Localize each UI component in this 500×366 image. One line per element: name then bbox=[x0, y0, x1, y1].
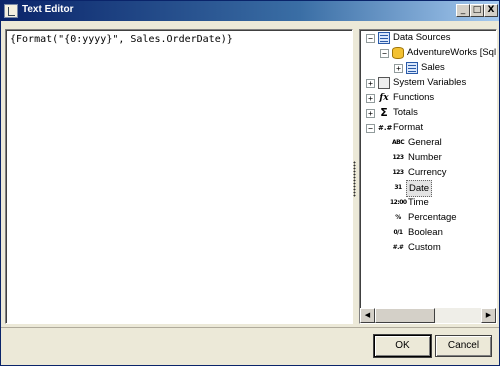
currency-format-icon: 123 bbox=[392, 169, 404, 176]
tree-item-adventureworks[interactable]: AdventureWorks [Sql C bbox=[407, 45, 496, 60]
expand-adventureworks-button[interactable]: − bbox=[380, 49, 389, 58]
expand-functions-button[interactable]: + bbox=[366, 94, 375, 103]
text-editor-dialog: Text Editor _ □ X {Format("{0:yyyy}", Sa… bbox=[0, 0, 500, 366]
tree-horizontal-scrollbar[interactable]: ◀ ▶ bbox=[360, 308, 496, 323]
cancel-button[interactable]: Cancel bbox=[435, 335, 492, 357]
tree-item-boolean[interactable]: Boolean bbox=[408, 225, 443, 240]
splitter-grip[interactable] bbox=[353, 161, 356, 197]
expand-sales-button[interactable]: + bbox=[394, 64, 403, 73]
expand-system-variables-button[interactable]: + bbox=[366, 79, 375, 88]
tree-item-format[interactable]: Format bbox=[393, 120, 423, 135]
number-format-icon: 123 bbox=[392, 154, 404, 161]
database-cylinder-icon bbox=[392, 47, 404, 59]
database-icon bbox=[378, 32, 390, 44]
scroll-right-button[interactable]: ▶ bbox=[481, 308, 496, 323]
tree-item-percentage[interactable]: Percentage bbox=[408, 210, 457, 225]
expression-text[interactable]: {Format("{0:yyyy}", Sales.OrderDate)} bbox=[10, 34, 233, 45]
calendar-date-icon: 31 bbox=[394, 184, 402, 191]
scroll-left-button[interactable]: ◀ bbox=[360, 308, 375, 323]
title-bar[interactable]: Text Editor _ □ X bbox=[1, 1, 499, 21]
format-icon: #.# bbox=[378, 124, 393, 132]
tree-item-system-variables[interactable]: System Variables bbox=[393, 75, 466, 90]
tree-item-number[interactable]: Number bbox=[408, 150, 442, 165]
function-fx-icon: fx bbox=[379, 93, 389, 103]
expression-editor[interactable]: {Format("{0:yyyy}", Sales.OrderDate)} bbox=[5, 29, 353, 324]
text-editor-icon bbox=[4, 4, 18, 18]
tree-item-totals[interactable]: Totals bbox=[393, 105, 418, 120]
tree-content: − Data Sources − AdventureWorks [Sql C +… bbox=[360, 30, 496, 308]
close-button[interactable]: X bbox=[484, 4, 498, 17]
expand-data-sources-button[interactable]: − bbox=[366, 34, 375, 43]
system-variables-icon bbox=[378, 77, 390, 89]
custom-format-icon: #.# bbox=[392, 244, 404, 251]
dictionary-tree[interactable]: − Data Sources − AdventureWorks [Sql C +… bbox=[359, 29, 497, 324]
clock-time-icon: 12:00 bbox=[390, 199, 407, 206]
tree-item-general[interactable]: General bbox=[408, 135, 442, 150]
footer-separator bbox=[1, 327, 499, 328]
window-title: Text Editor bbox=[22, 4, 74, 15]
minimize-button[interactable]: _ bbox=[456, 4, 470, 17]
maximize-button[interactable]: □ bbox=[470, 4, 484, 17]
expand-format-button[interactable]: − bbox=[366, 124, 375, 133]
tree-item-data-sources[interactable]: Data Sources bbox=[393, 30, 451, 45]
ok-button[interactable]: OK bbox=[373, 334, 432, 358]
scroll-thumb[interactable] bbox=[375, 308, 435, 323]
tree-item-time[interactable]: Time bbox=[408, 195, 429, 210]
expand-totals-button[interactable]: + bbox=[366, 109, 375, 118]
boolean-icon: 0/1 bbox=[393, 229, 403, 236]
sigma-icon: Σ bbox=[380, 106, 388, 119]
tree-item-sales[interactable]: Sales bbox=[421, 60, 445, 75]
tree-item-currency[interactable]: Currency bbox=[408, 165, 447, 180]
table-icon bbox=[406, 62, 418, 74]
tree-item-functions[interactable]: Functions bbox=[393, 90, 434, 105]
tree-item-custom[interactable]: Custom bbox=[408, 240, 441, 255]
percentage-icon: % bbox=[395, 214, 401, 221]
general-format-icon: ABC bbox=[392, 139, 405, 146]
